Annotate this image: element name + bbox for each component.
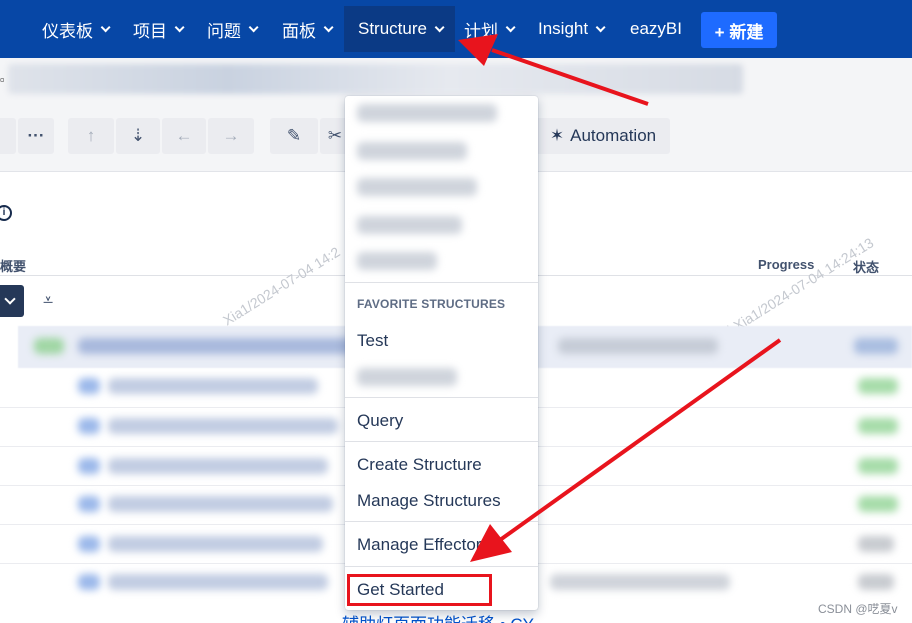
- blurred-cell: [78, 418, 100, 434]
- nav-issues[interactable]: 问题: [207, 6, 259, 52]
- menu-separator: [345, 441, 538, 442]
- move-left-icon[interactable]: ←: [162, 118, 206, 154]
- create-button[interactable]: + 新建: [701, 12, 777, 48]
- blurred-cell: [108, 536, 323, 552]
- nav-boards-label: 面板: [282, 21, 316, 41]
- blurred-cell: [78, 574, 100, 590]
- nav-structure[interactable]: Structure: [344, 6, 455, 52]
- blurred-cell: [550, 574, 730, 590]
- nav-insight[interactable]: Insight: [538, 6, 606, 52]
- nav-insight-label: Insight: [538, 19, 589, 38]
- column-header-summary[interactable]: 概要: [0, 256, 26, 275]
- breadcrumb-bar: ▫: [0, 58, 912, 100]
- blurred-cell: [858, 574, 894, 590]
- blurred-cell: [78, 378, 100, 394]
- blurred-menu-item[interactable]: [357, 104, 497, 122]
- top-navigation: 仪表板 项目 问题 面板 Structure 计划 Insight eazyBI…: [0, 0, 912, 58]
- menu-separator: [345, 521, 538, 522]
- issue-summary-link[interactable]: 辅助灯页面功能迁移 • CY: [342, 610, 534, 623]
- nav-structure-label: Structure: [358, 19, 427, 38]
- expand-dropdown-button[interactable]: [0, 285, 24, 317]
- blurred-cell: [108, 574, 328, 590]
- blurred-cell: [858, 536, 894, 552]
- more-button[interactable]: ···: [18, 118, 54, 154]
- automation-button[interactable]: ✶ Automation: [536, 118, 670, 154]
- blurred-cell: [858, 496, 898, 512]
- nav-dashboards[interactable]: 仪表板: [42, 6, 111, 52]
- blurred-cell: [854, 338, 898, 354]
- blurred-cell: [858, 458, 898, 474]
- chevron-down-icon: [100, 21, 111, 32]
- blurred-cell: [558, 338, 718, 354]
- menu-separator: [345, 397, 538, 398]
- add-to-structure-icon[interactable]: ⩡: [43, 290, 53, 311]
- move-down-icon[interactable]: ⇣: [116, 118, 160, 154]
- nav-projects[interactable]: 项目: [133, 6, 185, 52]
- blurred-cell: [108, 418, 338, 434]
- nav-issues-label: 问题: [207, 21, 241, 41]
- blurred-cell: [78, 496, 100, 512]
- nav-plans[interactable]: 计划: [464, 6, 516, 52]
- blurred-cell: [108, 378, 318, 394]
- info-icon[interactable]: i: [0, 205, 12, 221]
- edit-pencil-icon[interactable]: ✎: [270, 118, 318, 154]
- automation-label: Automation: [570, 126, 657, 145]
- blurred-breadcrumb: [8, 64, 743, 94]
- chevron-down-icon: [434, 21, 445, 32]
- watermark-left: Xia1/2024-07-04 14:2: [219, 243, 343, 329]
- favorite-structures-heading: FAVORITE STRUCTURES: [357, 297, 506, 311]
- blurred-menu-item[interactable]: [357, 252, 437, 270]
- magic-wand-icon: ✶: [549, 126, 565, 145]
- menu-item-create-structure[interactable]: Create Structure: [357, 455, 482, 475]
- blurred-cell: [108, 458, 328, 474]
- blurred-cell: [108, 496, 333, 512]
- nav-boards[interactable]: 面板: [282, 6, 334, 52]
- blurred-menu-item[interactable]: [357, 368, 457, 386]
- watermark-right: i Xia1/2024-07-04 14:24:13: [724, 234, 877, 338]
- nav-projects-label: 项目: [133, 21, 167, 41]
- blurred-cell: [34, 338, 64, 354]
- menu-item-test[interactable]: Test: [357, 331, 388, 351]
- nav-eazybi[interactable]: eazyBI: [630, 6, 682, 52]
- menu-separator: [345, 282, 538, 283]
- chevron-down-icon: [323, 21, 334, 32]
- menu-item-manage-structures[interactable]: Manage Structures: [357, 491, 501, 511]
- toolbar-button-partial[interactable]: [0, 118, 16, 154]
- blurred-cell: [78, 458, 100, 474]
- blurred-menu-item[interactable]: [357, 216, 462, 234]
- nav-plans-label: 计划: [464, 21, 498, 41]
- structure-dropdown-menu: FAVORITE STRUCTURES Test Query Create St…: [345, 96, 538, 610]
- csdn-watermark: CSDN @呓夏v: [818, 602, 898, 616]
- chevron-down-icon: [505, 21, 516, 32]
- nav-eazybi-label: eazyBI: [630, 19, 682, 38]
- menu-item-manage-effectors[interactable]: Manage Effectors: [357, 535, 490, 555]
- blurred-menu-item[interactable]: [357, 178, 477, 196]
- chevron-down-icon: [248, 21, 259, 32]
- column-header-progress[interactable]: Progress: [758, 257, 814, 272]
- chevron-down-icon: [595, 21, 606, 32]
- menu-item-query[interactable]: Query: [357, 411, 403, 431]
- highlight-box: [347, 574, 492, 606]
- blurred-cell: [858, 378, 898, 394]
- arrow-to-get-started-line: [498, 338, 782, 542]
- nav-dashboards-label: 仪表板: [42, 21, 93, 41]
- pin-icon: ▫: [0, 72, 5, 87]
- blurred-cell: [78, 536, 100, 552]
- move-up-icon[interactable]: ↑: [68, 118, 114, 154]
- chevron-down-icon: [174, 21, 185, 32]
- move-right-icon[interactable]: →: [208, 118, 254, 154]
- blurred-cell: [78, 338, 358, 354]
- blurred-cell: [858, 418, 898, 434]
- menu-separator: [345, 566, 538, 567]
- blurred-menu-item[interactable]: [357, 142, 467, 160]
